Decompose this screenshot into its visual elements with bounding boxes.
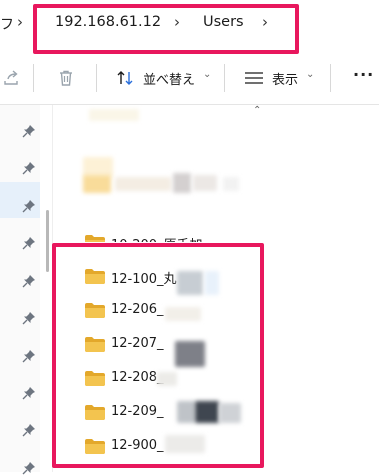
share-icon[interactable] <box>0 66 24 90</box>
nav-scrollbar[interactable] <box>46 210 49 272</box>
blurred-content <box>223 177 239 191</box>
chevron-down-icon[interactable]: ⌄ <box>203 69 211 80</box>
blurred-content <box>193 175 217 191</box>
trash-icon[interactable] <box>54 66 78 90</box>
breadcrumb-separator[interactable]: › <box>17 13 23 31</box>
pin-icon[interactable] <box>22 124 36 138</box>
pin-icon[interactable] <box>22 236 36 250</box>
blurred-content <box>173 173 191 193</box>
folder-icon <box>85 235 105 242</box>
command-bar: 並べ替え ⌄ 表示 ⌄ ··· <box>0 54 379 105</box>
highlight-box-folders <box>52 243 264 468</box>
pin-icon[interactable] <box>22 423 36 437</box>
pin-icon[interactable] <box>22 311 36 325</box>
list-view-icon[interactable] <box>242 66 266 90</box>
sort-button[interactable]: 並べ替え <box>143 69 195 88</box>
toolbar-divider <box>96 64 97 92</box>
pin-icon[interactable] <box>22 199 36 213</box>
blurred-content <box>83 175 111 193</box>
pin-icon[interactable] <box>22 274 36 288</box>
folder-row[interactable]: 10-200_原千加 <box>83 231 363 242</box>
chevron-down-icon[interactable]: ⌄ <box>306 69 314 80</box>
sort-icon[interactable] <box>114 66 138 90</box>
more-options-button[interactable]: ··· <box>353 65 374 84</box>
pin-icon[interactable] <box>22 386 36 400</box>
blurred-content <box>89 109 139 121</box>
pin-icon[interactable] <box>22 461 36 475</box>
pin-icon[interactable] <box>22 161 36 175</box>
pin-icon[interactable] <box>22 349 36 363</box>
scroll-up-icon[interactable]: ⌃ <box>253 105 261 116</box>
breadcrumb-prev-fragment[interactable]: フ <box>0 14 14 34</box>
view-button[interactable]: 表示 <box>272 69 298 88</box>
toolbar-divider <box>33 64 34 92</box>
toolbar-divider <box>330 64 331 92</box>
toolbar-divider <box>224 64 225 92</box>
navigation-pane <box>0 105 40 475</box>
folder-name: 10-200_原千加 <box>111 234 203 242</box>
highlight-box-address <box>33 4 299 54</box>
blurred-content <box>115 177 171 191</box>
blurred-content <box>83 157 113 177</box>
